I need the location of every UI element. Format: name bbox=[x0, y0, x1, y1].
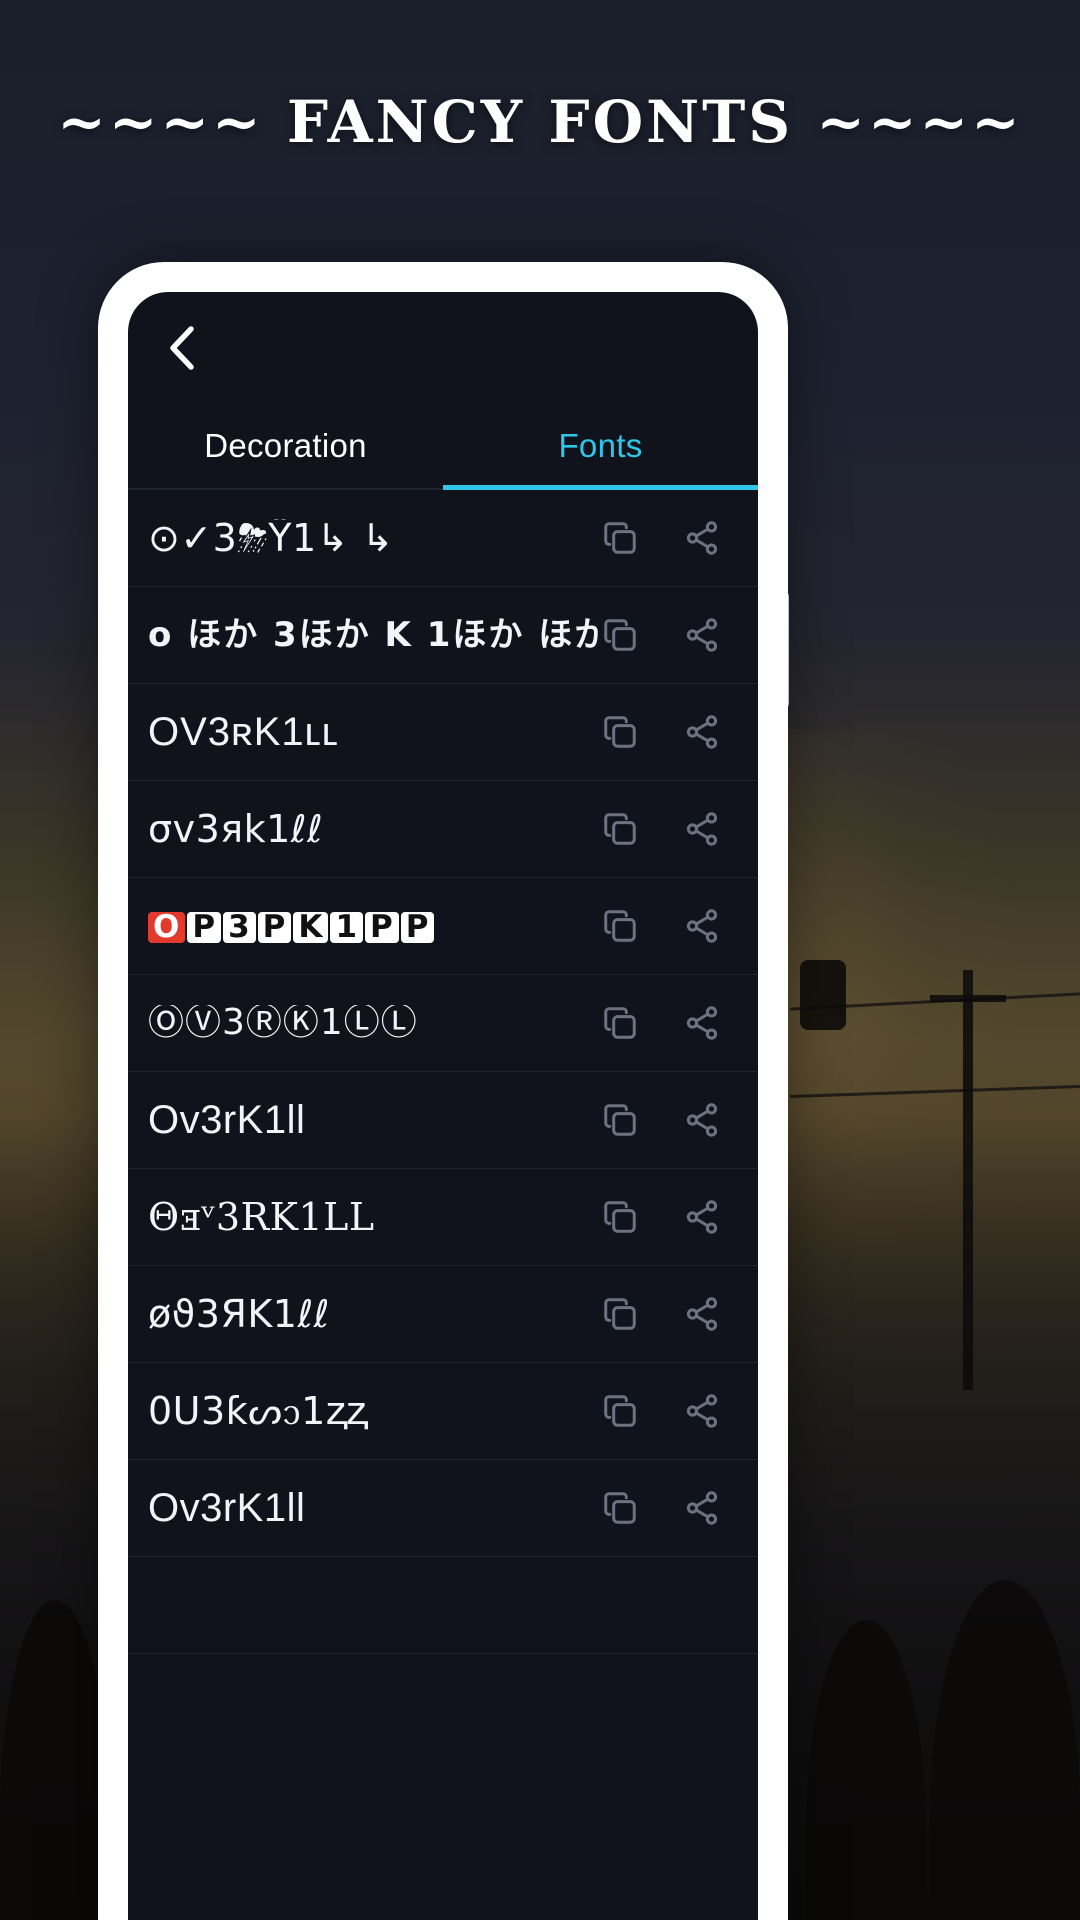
font-list[interactable]: ⊙✓3⛈Ÿ1↳ ↳ o ほか 3ほか K 1ほか ほか OV3ʀK1ʟʟ σv3… bbox=[128, 490, 758, 1920]
share-icon[interactable] bbox=[680, 1389, 724, 1433]
font-sample-text: σv3яk1ℓℓ bbox=[148, 810, 324, 848]
squared-letter: K bbox=[293, 912, 329, 943]
background-pole bbox=[930, 995, 1006, 1002]
font-row[interactable]: ⊙✓3⛈Ÿ1↳ ↳ bbox=[128, 490, 758, 587]
copy-icon[interactable] bbox=[598, 807, 642, 851]
row-actions bbox=[598, 613, 758, 657]
row-actions bbox=[598, 1292, 758, 1336]
row-actions bbox=[598, 1486, 758, 1530]
font-row[interactable]: OP3PK1PP bbox=[128, 878, 758, 975]
row-actions bbox=[598, 1098, 758, 1142]
row-actions bbox=[598, 1195, 758, 1239]
font-sample-text: OP3PK1PP bbox=[148, 908, 598, 944]
font-row[interactable]: 0U3ƙᔕ᧑1ⱬⱬ bbox=[128, 1363, 758, 1460]
squared-letter: 3 bbox=[223, 912, 256, 943]
copy-icon[interactable] bbox=[598, 516, 642, 560]
share-icon[interactable] bbox=[680, 613, 724, 657]
row-actions bbox=[598, 904, 758, 948]
font-sample-text: Θⱻᵛ3RK1LL bbox=[148, 1198, 375, 1236]
share-icon[interactable] bbox=[680, 1195, 724, 1239]
share-icon[interactable] bbox=[680, 516, 724, 560]
share-icon[interactable] bbox=[680, 1001, 724, 1045]
copy-icon[interactable] bbox=[598, 1292, 642, 1336]
copy-icon[interactable] bbox=[598, 710, 642, 754]
copy-icon[interactable] bbox=[598, 1195, 642, 1239]
squared-letter: P bbox=[400, 912, 435, 943]
font-row[interactable]: o ほか 3ほか K 1ほか ほか bbox=[128, 587, 758, 684]
squared-letter: P bbox=[257, 912, 292, 943]
font-sample-text: 0U3ƙᔕ᧑1ⱬⱬ bbox=[148, 1392, 367, 1430]
phone-screen: Decoration Fonts ⊙✓3⛈Ÿ1↳ ↳ o ほか 3ほか K 1ほ… bbox=[128, 292, 758, 1920]
share-icon[interactable] bbox=[680, 904, 724, 948]
row-actions bbox=[598, 807, 758, 851]
font-row[interactable]: σv3яk1ℓℓ bbox=[128, 781, 758, 878]
font-sample-text: ⓄⓋ3ⓇⓀ1ⓁⓁ bbox=[148, 1005, 418, 1041]
copy-icon[interactable] bbox=[598, 904, 642, 948]
font-row[interactable] bbox=[128, 1557, 758, 1654]
font-row[interactable]: Ov3rK1ll bbox=[128, 1072, 758, 1169]
promo-title: ~~~~ FANCY FONTS ~~~~ bbox=[57, 88, 1023, 156]
copy-icon[interactable] bbox=[598, 1001, 642, 1045]
squared-letter: P bbox=[187, 912, 222, 943]
font-sample-text: Ov3rK1ll bbox=[148, 1488, 306, 1528]
row-actions bbox=[598, 710, 758, 754]
row-actions bbox=[598, 1001, 758, 1045]
tab-bar: Decoration Fonts bbox=[128, 404, 758, 490]
copy-icon[interactable] bbox=[598, 1389, 642, 1433]
font-sample-text: OV3ʀK1ʟʟ bbox=[148, 712, 339, 752]
copy-icon[interactable] bbox=[598, 1098, 642, 1142]
font-sample-text: øϑ3ЯK1ℓℓ bbox=[148, 1295, 330, 1333]
squared-letter: 1 bbox=[330, 912, 364, 943]
chevron-left-icon[interactable] bbox=[160, 326, 204, 370]
font-row[interactable]: ⓄⓋ3ⓇⓀ1ⓁⓁ bbox=[128, 975, 758, 1072]
font-sample-text: Ov3rK1ll bbox=[148, 1100, 306, 1140]
font-row[interactable]: OV3ʀK1ʟʟ bbox=[128, 684, 758, 781]
font-sample-text: ⊙✓3⛈Ÿ1↳ ↳ bbox=[148, 519, 394, 557]
background-pole bbox=[963, 970, 973, 1390]
copy-icon[interactable] bbox=[598, 1486, 642, 1530]
share-icon[interactable] bbox=[680, 710, 724, 754]
share-icon[interactable] bbox=[680, 1292, 724, 1336]
font-row[interactable]: Ov3rK1ll bbox=[128, 1460, 758, 1557]
app-bar bbox=[128, 292, 758, 404]
share-icon[interactable] bbox=[680, 807, 724, 851]
share-icon[interactable] bbox=[680, 1098, 724, 1142]
row-actions bbox=[598, 1389, 758, 1433]
font-sample-text: o ほか 3ほか K 1ほか ほか bbox=[148, 618, 598, 652]
share-icon[interactable] bbox=[680, 1486, 724, 1530]
squared-letter: O bbox=[148, 912, 186, 943]
font-row[interactable]: Θⱻᵛ3RK1LL bbox=[128, 1169, 758, 1266]
background-tower bbox=[800, 960, 846, 1030]
font-row[interactable]: øϑ3ЯK1ℓℓ bbox=[128, 1266, 758, 1363]
copy-icon[interactable] bbox=[598, 613, 642, 657]
promo-title-wrapper: ~~~~ FANCY FONTS ~~~~ bbox=[0, 88, 1080, 156]
phone-mockup-frame: Decoration Fonts ⊙✓3⛈Ÿ1↳ ↳ o ほか 3ほか K 1ほ… bbox=[98, 262, 788, 1920]
squared-letter: P bbox=[365, 912, 399, 943]
row-actions bbox=[598, 516, 758, 560]
tab-fonts[interactable]: Fonts bbox=[443, 404, 758, 490]
tab-decoration[interactable]: Decoration bbox=[128, 404, 443, 488]
